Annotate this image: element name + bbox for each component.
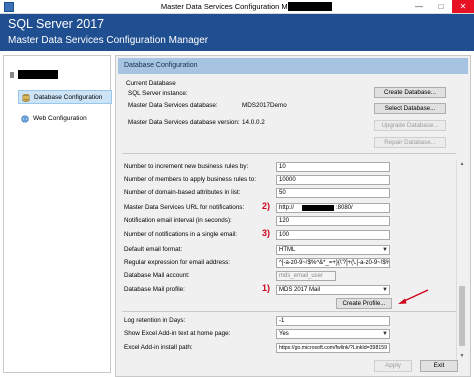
redacted-server-name: [288, 2, 332, 11]
redacted-server-node: [18, 70, 58, 79]
setting-label: Database Mail profile:: [124, 286, 185, 293]
title-bar: Master Data Services Configuration Manag…: [0, 0, 474, 14]
domain-attributes-input[interactable]: 50: [276, 188, 390, 198]
notifications-per-email-input[interactable]: 100: [276, 230, 390, 240]
setting-label: Database Mail account:: [124, 272, 190, 279]
redacted-host: [302, 205, 334, 211]
chevron-down-icon: ▼: [382, 331, 388, 337]
mds-version-value: 14.0.0.2: [242, 119, 265, 126]
mail-profile-select[interactable]: MDS 2017 Mail ▼: [276, 285, 390, 295]
sidebar-item-label: Web Configuration: [33, 115, 87, 122]
setting-label: Excel Add-in install path:: [124, 344, 193, 351]
maximize-button[interactable]: □: [430, 0, 452, 13]
setting-label: Log retention in Days:: [124, 317, 186, 324]
scroll-down-icon[interactable]: ▼: [457, 353, 467, 359]
current-database-heading: Current Database: [126, 80, 176, 87]
select-database-button[interactable]: Select Database...: [374, 103, 446, 114]
annotation-1: 1): [262, 283, 271, 293]
setting-label: Notification email interval (in seconds)…: [124, 217, 232, 224]
mds-database-label: Master Data Services database:: [128, 102, 218, 109]
sidebar: Database Configuration Web Configuration: [3, 55, 112, 373]
setting-label: Number of notifications in a single emai…: [124, 231, 238, 238]
close-button[interactable]: ✕: [452, 0, 474, 13]
settings-list: Number to increment new business rules b…: [118, 160, 468, 362]
setting-label: Number of members to apply business rule…: [124, 176, 256, 183]
divider: [122, 311, 456, 312]
app-subtitle: Master Data Services Configuration Manag…: [8, 35, 209, 46]
mds-database-value: MDS2017Demo: [242, 102, 287, 109]
members-business-rules-input[interactable]: 10000: [276, 175, 390, 185]
excel-addin-text-select[interactable]: Yes ▼: [276, 329, 390, 339]
create-profile-button[interactable]: Create Profile...: [336, 298, 392, 309]
upgrade-database-button[interactable]: Upgrade Database...: [374, 120, 446, 131]
section-title: Database Configuration: [118, 58, 468, 74]
mds-version-label: Master Data Services database version:: [128, 119, 240, 126]
repair-database-button[interactable]: Repair Database...: [374, 137, 446, 148]
divider: [122, 153, 456, 154]
red-arrow-icon: [398, 289, 429, 304]
sidebar-item-web-configuration[interactable]: Web Configuration: [18, 112, 112, 126]
apply-button[interactable]: Apply: [374, 360, 412, 372]
chevron-down-icon: ▼: [382, 287, 388, 293]
email-regex-input[interactable]: ^[-a-z0-9~!$%^&*_=+}{\'?]+(\.[-a-z0-9~!$…: [276, 258, 390, 268]
log-retention-input[interactable]: -1: [276, 316, 390, 326]
notification-url-suffix: :8080/: [336, 205, 353, 211]
minimize-button[interactable]: —: [408, 0, 430, 13]
scroll-up-icon[interactable]: ▲: [457, 161, 467, 167]
main-panel: Database Configuration Current Database …: [115, 55, 471, 377]
product-name: SQL Server 2017: [8, 17, 105, 31]
notification-url-prefix: http://: [279, 205, 295, 211]
chevron-down-icon: ▼: [382, 247, 388, 253]
annotation-2: 2): [262, 201, 271, 211]
exit-button[interactable]: Exit: [420, 360, 458, 372]
setting-label: Number of domain-based attributes in lis…: [124, 189, 241, 196]
annotation-3: 3): [262, 228, 271, 238]
email-format-select[interactable]: HTML ▼: [276, 245, 390, 255]
setting-label: Show Excel Add-in text at home page:: [124, 330, 231, 337]
setting-label: Master Data Services URL for notificatio…: [124, 204, 245, 211]
notification-url-input[interactable]: http:// :8080/: [276, 203, 390, 213]
excel-addin-text-value: Yes: [279, 331, 289, 337]
setting-label: Default email format:: [124, 246, 183, 253]
increment-business-rules-input[interactable]: 10: [276, 162, 390, 172]
sidebar-item-label: Database Configuration: [34, 94, 103, 101]
globe-icon: [21, 115, 29, 123]
create-database-button[interactable]: Create Database...: [374, 87, 446, 98]
sidebar-item-database-configuration[interactable]: Database Configuration: [18, 90, 112, 104]
excel-addin-path-input[interactable]: https://go.microsoft.com/fwlink/?LinkId=…: [276, 343, 390, 353]
email-interval-input[interactable]: 120: [276, 216, 390, 226]
server-icon: [10, 72, 14, 78]
mail-profile-value: MDS 2017 Mail: [279, 287, 321, 293]
mail-account-input[interactable]: mds_email_user: [276, 271, 336, 281]
email-format-value: HTML: [279, 247, 296, 253]
sql-instance-label: SQL Server instance:: [128, 90, 188, 97]
vertical-scrollbar[interactable]: ▲ ▼: [456, 160, 466, 362]
window-title: Master Data Services Configuration Manag…: [160, 2, 314, 11]
setting-label: Regular expression for email address:: [124, 259, 231, 266]
header-banner: SQL Server 2017 Master Data Services Con…: [0, 14, 474, 51]
setting-label: Number to increment new business rules b…: [124, 163, 249, 170]
database-icon: [22, 94, 30, 102]
scrollbar-thumb[interactable]: [459, 286, 465, 346]
